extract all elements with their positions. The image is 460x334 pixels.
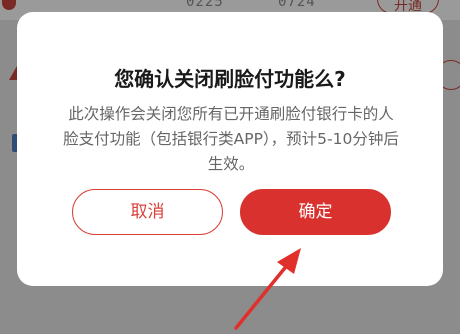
dialog-message: 此次操作会关闭您所有已开通刷脸付银行卡的人脸支付功能（包括银行类APP），预计5… [63,105,399,173]
card-number: 0225 [186,0,224,10]
cancel-button[interactable]: 取消 [72,189,223,235]
confirm-dialog: 您确认关闭刷脸付功能么? 此次操作会关闭您所有已开通刷脸付银行卡的人脸支付功能（… [17,12,443,286]
dialog-title: 您确认关闭刷脸付功能么? [114,67,346,91]
bank-logo-icon [2,0,16,10]
card-expiry: 0724 [278,0,316,10]
confirm-button[interactable]: 确定 [240,189,391,235]
